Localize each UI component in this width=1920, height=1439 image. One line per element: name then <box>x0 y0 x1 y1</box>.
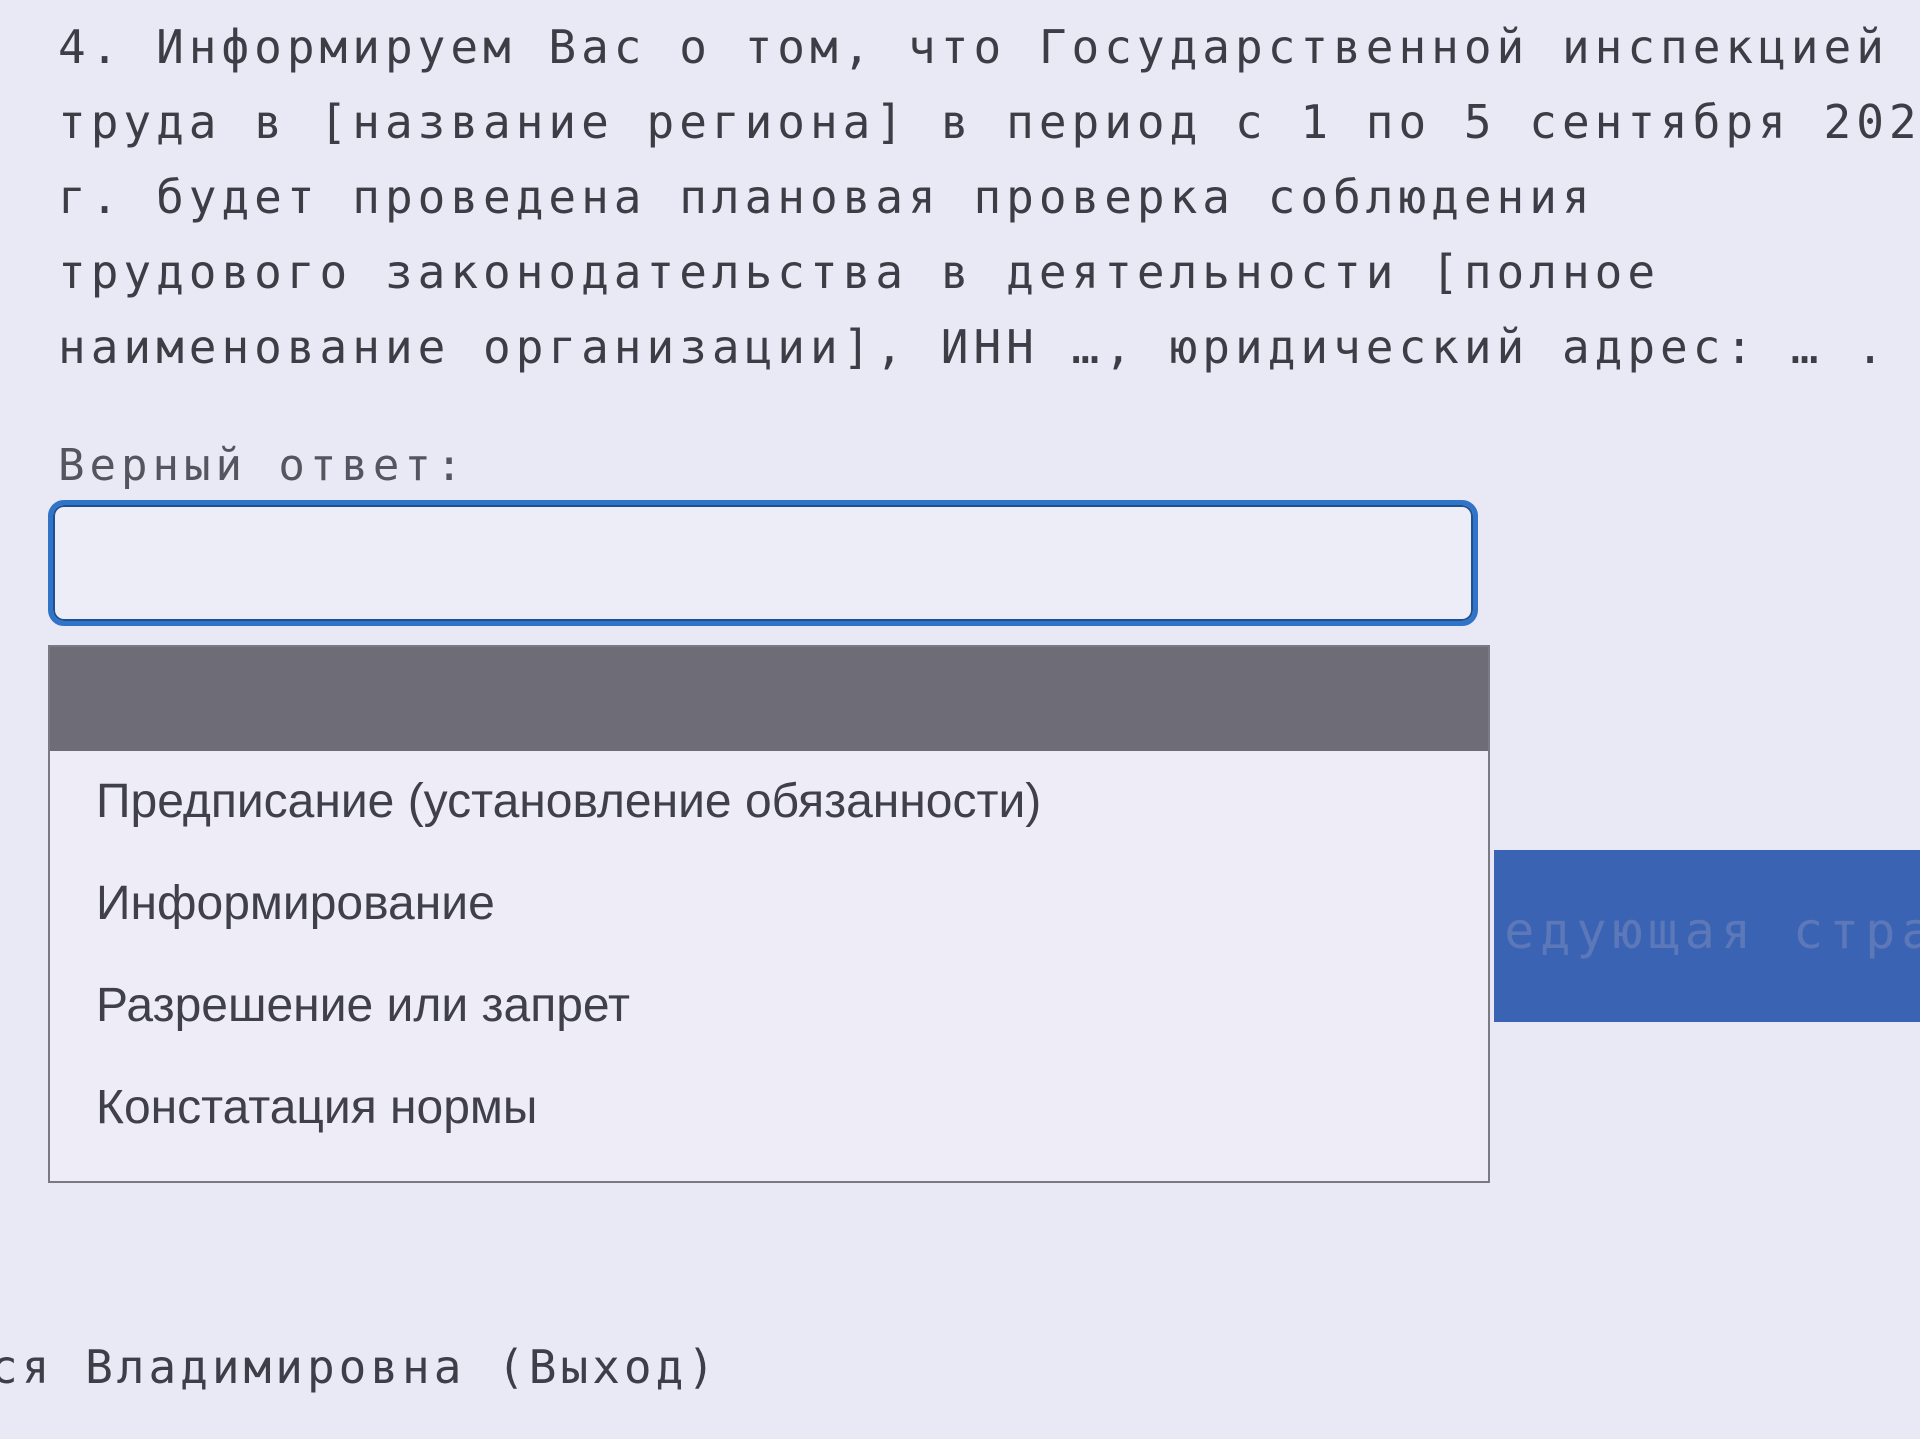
answer-dropdown-list: Предписание (установление обязанности) И… <box>48 645 1490 1183</box>
user-logout-link[interactable]: ся Владимировна (Выход) <box>0 1340 719 1394</box>
question-line-5: наименование организации], ИНН …, юридич… <box>58 320 1889 374</box>
question-line-4: трудового законодательства в деятельност… <box>58 245 1661 299</box>
answer-select[interactable] <box>48 500 1478 626</box>
dropdown-option-norm-statement[interactable]: Констатация нормы <box>50 1057 1488 1159</box>
next-page-button-label: Следующая страница <box>1494 902 1920 960</box>
question-line-2: труда в [название региона] в период с 1 … <box>58 95 1920 149</box>
question-text: 4. Информируем Вас о том, что Государств… <box>58 10 1920 385</box>
next-page-button[interactable]: Следующая страница <box>1494 850 1920 1022</box>
question-line-1: 4. Информируем Вас о том, что Государств… <box>58 20 1889 74</box>
dropdown-option-prescription[interactable]: Предписание (установление обязанности) <box>50 751 1488 853</box>
question-line-3: г. будет проведена плановая проверка соб… <box>58 170 1595 224</box>
dropdown-option-empty[interactable] <box>50 647 1488 751</box>
dropdown-option-permission[interactable]: Разрешение или запрет <box>50 955 1488 1057</box>
dropdown-option-informing[interactable]: Информирование <box>50 853 1488 955</box>
answer-label: Верный ответ: <box>58 440 468 491</box>
